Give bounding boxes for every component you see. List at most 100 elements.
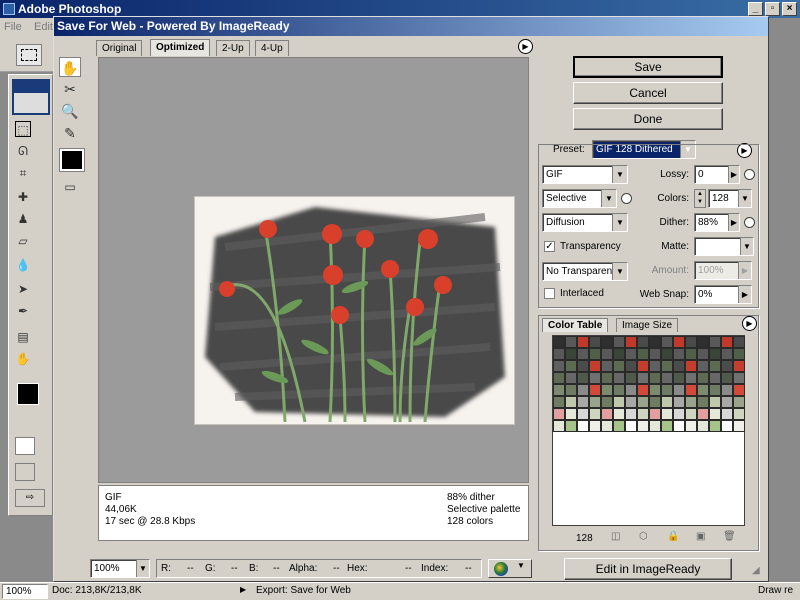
color-swatch[interactable] <box>649 336 661 348</box>
menu-edit[interactable]: Edit <box>34 21 53 33</box>
hand-tool-icon[interactable]: ✋ <box>15 351 31 367</box>
lock-color-icon[interactable]: 🔒 <box>667 531 679 542</box>
tab-image-size[interactable]: Image Size <box>616 318 679 332</box>
color-swatch[interactable] <box>553 396 565 408</box>
tab-color-table[interactable]: Color Table <box>542 318 609 332</box>
color-swatch[interactable] <box>565 420 577 432</box>
color-swatch[interactable] <box>673 336 685 348</box>
interlaced-checkbox[interactable] <box>544 288 555 299</box>
color-table-menu-icon[interactable]: ▶ <box>742 316 757 331</box>
format-select[interactable]: GIF ▼ <box>542 165 628 184</box>
color-swatch[interactable] <box>673 360 685 372</box>
color-swatch[interactable] <box>625 420 637 432</box>
color-swatch[interactable] <box>709 420 721 432</box>
tab-original[interactable]: Original <box>96 40 143 56</box>
color-swatch[interactable] <box>733 348 745 360</box>
menu-file[interactable]: File <box>4 21 22 33</box>
color-swatch[interactable] <box>721 336 733 348</box>
color-swatch[interactable] <box>565 348 577 360</box>
color-swatch[interactable] <box>625 360 637 372</box>
color-swatch[interactable] <box>697 408 709 420</box>
color-swatch[interactable] <box>565 384 577 396</box>
color-swatch[interactable] <box>721 360 733 372</box>
zoom-tool-icon[interactable]: 🔍 <box>59 101 81 121</box>
color-swatch[interactable] <box>565 372 577 384</box>
edit-in-imageready-button[interactable]: Edit in ImageReady <box>564 558 732 580</box>
minimize-button[interactable]: _ <box>748 2 763 16</box>
pen-tool-icon[interactable]: ✒ <box>15 303 31 319</box>
color-swatch[interactable] <box>553 408 565 420</box>
color-swatch[interactable] <box>601 372 613 384</box>
color-swatch[interactable] <box>637 396 649 408</box>
resize-grip-icon[interactable]: ◢ <box>752 565 766 579</box>
color-swatch[interactable] <box>601 408 613 420</box>
color-swatch[interactable] <box>601 348 613 360</box>
color-swatch[interactable] <box>649 372 661 384</box>
color-swatch[interactable] <box>709 396 721 408</box>
color-swatch[interactable] <box>553 420 565 432</box>
color-swatch[interactable] <box>685 336 697 348</box>
color-swatch[interactable] <box>673 384 685 396</box>
transparency-checkbox[interactable]: ✓ <box>544 241 555 252</box>
color-swatch[interactable] <box>685 384 697 396</box>
color-swatch[interactable] <box>613 408 625 420</box>
color-swatch[interactable] <box>649 360 661 372</box>
color-swatch[interactable] <box>649 420 661 432</box>
color-swatch[interactable] <box>553 384 565 396</box>
color-swatch[interactable] <box>697 420 709 432</box>
color-swatch[interactable] <box>697 372 709 384</box>
zoom-select[interactable]: 100% ▼ <box>90 559 150 578</box>
color-swatch[interactable] <box>565 336 577 348</box>
eraser-tool-icon[interactable]: ▱ <box>15 233 31 249</box>
foreground-color-swatch[interactable] <box>17 383 39 405</box>
lasso-tool-icon[interactable]: ᘏ <box>15 143 31 159</box>
color-swatch[interactable] <box>709 384 721 396</box>
color-swatch[interactable] <box>589 396 601 408</box>
color-swatch[interactable] <box>625 396 637 408</box>
color-swatch[interactable] <box>685 372 697 384</box>
color-swatch[interactable] <box>649 408 661 420</box>
color-swatch[interactable] <box>565 360 577 372</box>
new-color-icon[interactable]: ▣ <box>696 531 705 542</box>
dither-algorithm-select[interactable]: Diffusion ▼ <box>542 213 628 232</box>
color-swatch[interactable] <box>553 336 565 348</box>
color-swatch[interactable] <box>613 420 625 432</box>
dither-input[interactable]: 88% ▶ <box>694 213 740 232</box>
color-swatch[interactable] <box>685 360 697 372</box>
color-swatch[interactable] <box>577 408 589 420</box>
color-swatch[interactable] <box>721 396 733 408</box>
color-swatch[interactable] <box>721 372 733 384</box>
reduction-select[interactable]: Selective ▼ <box>542 189 617 208</box>
stamp-tool-icon[interactable]: ♟ <box>15 211 31 227</box>
path-select-tool-icon[interactable]: ➤ <box>15 281 31 297</box>
color-swatch[interactable] <box>637 408 649 420</box>
color-swatch[interactable] <box>697 396 709 408</box>
save-button[interactable]: Save <box>573 56 723 78</box>
cancel-button[interactable]: Cancel <box>573 82 723 104</box>
color-swatch[interactable] <box>553 372 565 384</box>
color-swatch[interactable] <box>637 384 649 396</box>
eyedropper-color-swatch[interactable] <box>59 148 85 172</box>
color-swatch[interactable] <box>625 348 637 360</box>
color-swatch[interactable] <box>553 348 565 360</box>
color-swatch[interactable] <box>685 408 697 420</box>
color-swatch[interactable] <box>601 360 613 372</box>
tab-4-up[interactable]: 4-Up <box>255 40 289 56</box>
color-swatch[interactable] <box>613 372 625 384</box>
color-swatch[interactable] <box>733 372 745 384</box>
color-swatch[interactable] <box>613 336 625 348</box>
color-swatch[interactable] <box>601 384 613 396</box>
color-swatch[interactable] <box>673 420 685 432</box>
status-zoom[interactable]: 100% <box>2 584 48 599</box>
tab-2-up[interactable]: 2-Up <box>216 40 250 56</box>
color-swatch[interactable] <box>709 336 721 348</box>
color-swatch[interactable] <box>697 336 709 348</box>
color-swatch[interactable] <box>637 372 649 384</box>
color-swatch[interactable] <box>733 396 745 408</box>
color-swatch[interactable] <box>625 384 637 396</box>
color-swatch[interactable] <box>661 396 673 408</box>
map-color-icon[interactable]: ◫ <box>611 531 620 542</box>
color-swatch[interactable] <box>673 372 685 384</box>
color-swatch[interactable] <box>577 420 589 432</box>
color-swatch[interactable] <box>673 408 685 420</box>
